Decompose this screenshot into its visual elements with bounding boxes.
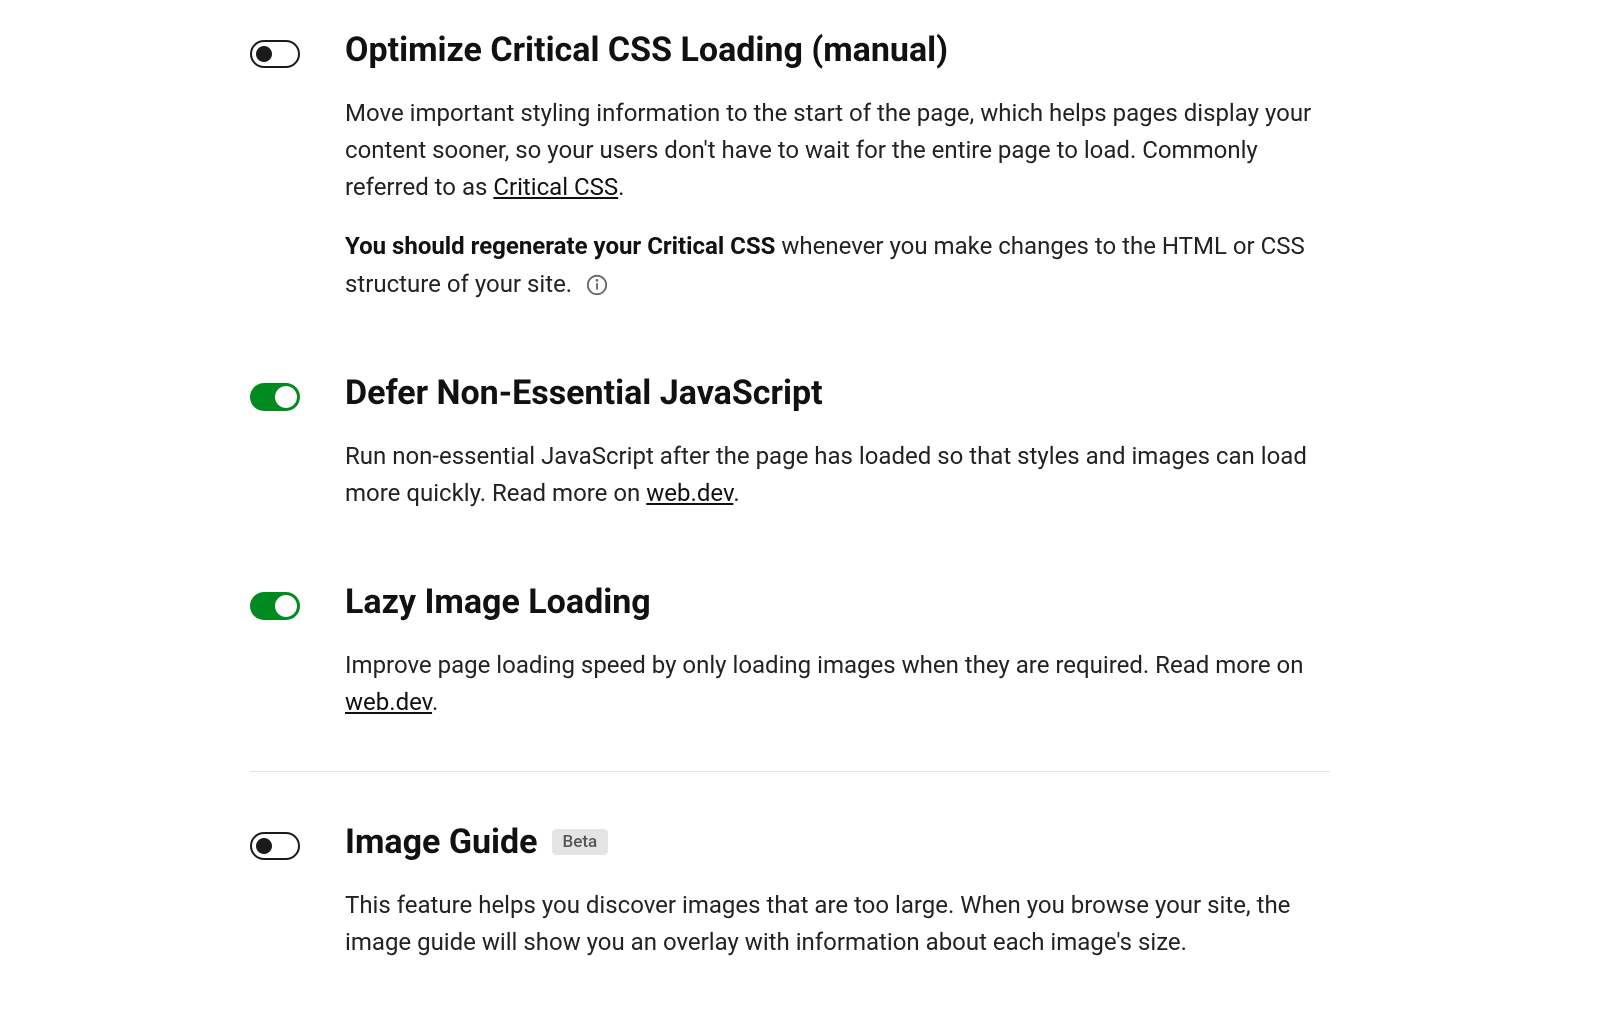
info-icon[interactable] <box>586 274 608 296</box>
toggle-optimize-css[interactable] <box>250 40 300 68</box>
setting-row-lazy-img: Lazy Image Loading Improve page loading … <box>250 582 1330 721</box>
link-webdev-lazy[interactable]: web.dev <box>345 688 432 716</box>
toggle-defer-js[interactable] <box>250 383 300 411</box>
setting-row-optimize-css: Optimize Critical CSS Loading (manual) M… <box>250 30 1330 303</box>
desc-text: Move important styling information to th… <box>345 99 1311 201</box>
note-optimize-css: You should regenerate your Critical CSS … <box>345 228 1330 302</box>
desc-text: . <box>432 688 438 716</box>
title-lazy-img: Lazy Image Loading <box>345 582 651 623</box>
desc-defer-js: Run non-essential JavaScript after the p… <box>345 438 1330 512</box>
toggle-image-guide[interactable] <box>250 832 300 860</box>
setting-row-image-guide: Image Guide Beta This feature helps you … <box>250 822 1330 961</box>
badge-beta: Beta <box>552 829 609 855</box>
title-optimize-css: Optimize Critical CSS Loading (manual) <box>345 30 948 71</box>
link-webdev-defer[interactable]: web.dev <box>646 479 733 507</box>
desc-text: . <box>733 479 739 507</box>
desc-optimize-css: Move important styling information to th… <box>345 95 1330 207</box>
desc-image-guide: This feature helps you discover images t… <box>345 887 1330 961</box>
title-image-guide: Image Guide <box>345 822 538 863</box>
divider <box>250 771 1330 772</box>
note-bold: You should regenerate your Critical CSS <box>345 232 775 260</box>
title-defer-js: Defer Non-Essential JavaScript <box>345 373 823 414</box>
desc-text: . <box>618 173 624 201</box>
desc-lazy-img: Improve page loading speed by only loadi… <box>345 647 1330 721</box>
link-critical-css[interactable]: Critical CSS <box>493 173 618 201</box>
setting-row-defer-js: Defer Non-Essential JavaScript Run non-e… <box>250 373 1330 512</box>
desc-text: Run non-essential JavaScript after the p… <box>345 442 1307 507</box>
desc-text: Improve page loading speed by only loadi… <box>345 651 1304 679</box>
toggle-lazy-img[interactable] <box>250 592 300 620</box>
